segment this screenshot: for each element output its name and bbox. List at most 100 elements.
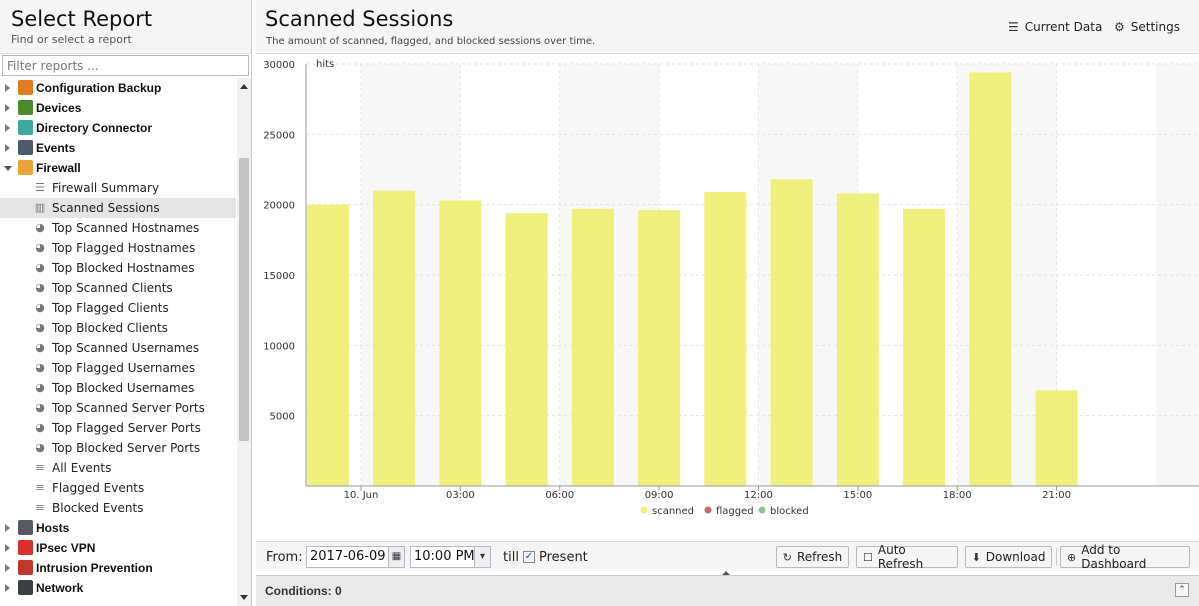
scroll-down-icon[interactable] bbox=[240, 595, 248, 600]
table-list-icon: ☰ bbox=[1008, 20, 1019, 34]
bar-scanned bbox=[306, 204, 349, 486]
download-label: Download bbox=[985, 550, 1046, 564]
tree-report-item[interactable]: ▥ Scanned Sessions bbox=[0, 198, 236, 218]
tree-item-label: Scanned Sessions bbox=[52, 201, 160, 215]
tree-category[interactable]: Configuration Backup bbox=[0, 78, 236, 98]
x-tick-label: 09:00 bbox=[645, 490, 674, 501]
calendar-icon[interactable]: ▦ bbox=[388, 546, 405, 568]
tree-item-label: Top Blocked Clients bbox=[52, 321, 168, 335]
tree-category[interactable]: Hosts bbox=[0, 518, 236, 538]
filter-reports-input[interactable] bbox=[2, 55, 249, 76]
bar-scanned bbox=[373, 190, 416, 486]
expanded-arrow-icon[interactable] bbox=[4, 166, 12, 171]
tree-report-item[interactable]: ≡ Flagged Events bbox=[0, 478, 236, 498]
tree-report-item[interactable]: ◕ Top Scanned Hostnames bbox=[0, 218, 236, 238]
tree-report-item[interactable]: ☰ Firewall Summary bbox=[0, 178, 236, 198]
tree-category[interactable]: Directory Connector bbox=[0, 118, 236, 138]
plus-circle-icon: ⊕ bbox=[1067, 550, 1077, 564]
ipsec-vpn-icon bbox=[18, 540, 33, 555]
x-tick-label: 12:00 bbox=[744, 490, 773, 501]
pie-chart-icon: ◕ bbox=[35, 361, 45, 374]
scroll-up-icon[interactable] bbox=[240, 84, 248, 89]
collapsed-arrow-icon[interactable] bbox=[5, 564, 10, 572]
report-selector-header: Select Report Find or select a report bbox=[0, 0, 251, 54]
collapsed-arrow-icon[interactable] bbox=[5, 104, 10, 112]
tree-report-item[interactable]: ◕ Top Flagged Server Ports bbox=[0, 418, 236, 438]
refresh-button[interactable]: ↻ Refresh bbox=[776, 546, 849, 568]
report-selector-title: Select Report bbox=[11, 7, 153, 31]
tree-report-item[interactable]: ◕ Top Scanned Server Ports bbox=[0, 398, 236, 418]
collapsed-arrow-icon[interactable] bbox=[5, 524, 10, 532]
hosts-icon bbox=[18, 520, 33, 535]
tree-item-label: Top Blocked Hostnames bbox=[52, 261, 195, 275]
from-date-field[interactable]: 2017-06-09 bbox=[306, 546, 390, 568]
report-selector-panel: Select Report Find or select a report Co… bbox=[0, 0, 252, 606]
event-list-icon: ≡ bbox=[35, 501, 45, 514]
toolbar-separator bbox=[1056, 548, 1057, 566]
chevron-down-icon[interactable]: ▾ bbox=[474, 546, 491, 568]
collapsed-arrow-icon[interactable] bbox=[5, 144, 10, 152]
tree-report-item[interactable]: ≡ Blocked Events bbox=[0, 498, 236, 518]
report-tree-scrollbar[interactable] bbox=[237, 78, 251, 606]
summary-list-icon: ☰ bbox=[35, 181, 45, 194]
settings-button[interactable]: ⚙ Settings bbox=[1114, 20, 1180, 34]
tree-report-item[interactable]: ◕ Top Blocked Usernames bbox=[0, 378, 236, 398]
tree-item-label: Firewall Summary bbox=[52, 181, 160, 195]
network-icon bbox=[18, 580, 33, 595]
collapsed-arrow-icon[interactable] bbox=[5, 84, 10, 92]
tree-item-label: Blocked Events bbox=[52, 501, 144, 515]
tree-report-item[interactable]: ◕ Top Scanned Usernames bbox=[0, 338, 236, 358]
tree-report-item[interactable]: ◕ Top Blocked Hostnames bbox=[0, 258, 236, 278]
config-backup-icon bbox=[18, 80, 33, 95]
tree-report-item[interactable]: ◕ Top Flagged Hostnames bbox=[0, 238, 236, 258]
conditions-bar[interactable]: Conditions: 0 ⌃ bbox=[256, 575, 1199, 606]
devices-icon bbox=[18, 100, 33, 115]
tree-item-label: Devices bbox=[36, 101, 82, 115]
tree-category[interactable]: Devices bbox=[0, 98, 236, 118]
legend-marker-flagged bbox=[704, 506, 712, 514]
pie-chart-icon: ◕ bbox=[35, 321, 45, 334]
pie-chart-icon: ◕ bbox=[35, 441, 45, 454]
tree-report-item[interactable]: ◕ Top Scanned Clients bbox=[0, 278, 236, 298]
from-label: From: bbox=[266, 550, 303, 565]
tree-category[interactable]: Intrusion Prevention bbox=[0, 558, 236, 578]
tree-item-label: Top Scanned Clients bbox=[52, 281, 173, 295]
directory-connector-icon bbox=[18, 120, 33, 135]
conditions-label: Conditions: 0 bbox=[265, 584, 342, 598]
expand-conditions-icon[interactable]: ⌃ bbox=[1175, 583, 1189, 597]
tree-category[interactable]: Network bbox=[0, 578, 236, 598]
legend-label-flagged: flagged bbox=[716, 506, 754, 517]
present-checkbox[interactable]: ✓ bbox=[523, 551, 535, 563]
y-axis-label: hits bbox=[316, 59, 334, 70]
scroll-thumb[interactable] bbox=[239, 158, 249, 441]
from-time-field[interactable]: 10:00 PM bbox=[410, 546, 476, 568]
tree-item-label: Directory Connector bbox=[36, 121, 153, 135]
chart-svg: 5000 10000 15000 20000 25000 30000 10. Jun 03:0… bbox=[263, 59, 1199, 517]
tree-category[interactable]: Firewall bbox=[0, 158, 236, 178]
tree-report-item[interactable]: ◕ Top Blocked Clients bbox=[0, 318, 236, 338]
auto-refresh-button[interactable]: ☐ Auto Refresh bbox=[856, 543, 958, 571]
tree-report-item[interactable]: ◕ Top Flagged Usernames bbox=[0, 358, 236, 378]
report-toolbar: From: 2017-06-09 ▦ 10:00 PM ▾ till ✓ Pre… bbox=[256, 541, 1199, 571]
event-list-icon: ≡ bbox=[35, 481, 45, 494]
bar-scanned bbox=[505, 213, 548, 486]
add-to-dashboard-button[interactable]: ⊕ Add to Dashboard bbox=[1060, 543, 1190, 571]
download-button[interactable]: ⬇ Download bbox=[965, 546, 1052, 568]
y-tick-label: 30000 bbox=[263, 60, 295, 71]
tree-report-item[interactable]: ◕ Top Blocked Server Ports bbox=[0, 438, 236, 458]
tree-report-item[interactable]: ≡ All Events bbox=[0, 458, 236, 478]
current-data-button[interactable]: ☰ Current Data bbox=[1008, 20, 1102, 34]
reports-app: Select Report Find or select a report Co… bbox=[0, 0, 1199, 606]
y-tick-label: 25000 bbox=[263, 130, 295, 141]
pie-chart-icon: ◕ bbox=[35, 221, 45, 234]
y-tick-label: 20000 bbox=[263, 201, 295, 212]
collapsed-arrow-icon[interactable] bbox=[5, 584, 10, 592]
tree-report-item[interactable]: ◕ Top Flagged Clients bbox=[0, 298, 236, 318]
pie-chart-icon: ◕ bbox=[35, 341, 45, 354]
tree-category[interactable]: Events bbox=[0, 138, 236, 158]
report-title: Scanned Sessions bbox=[265, 7, 454, 31]
collapsed-arrow-icon[interactable] bbox=[5, 544, 10, 552]
tree-category[interactable]: IPsec VPN bbox=[0, 538, 236, 558]
collapsed-arrow-icon[interactable] bbox=[5, 124, 10, 132]
bar-scanned bbox=[969, 72, 1012, 486]
